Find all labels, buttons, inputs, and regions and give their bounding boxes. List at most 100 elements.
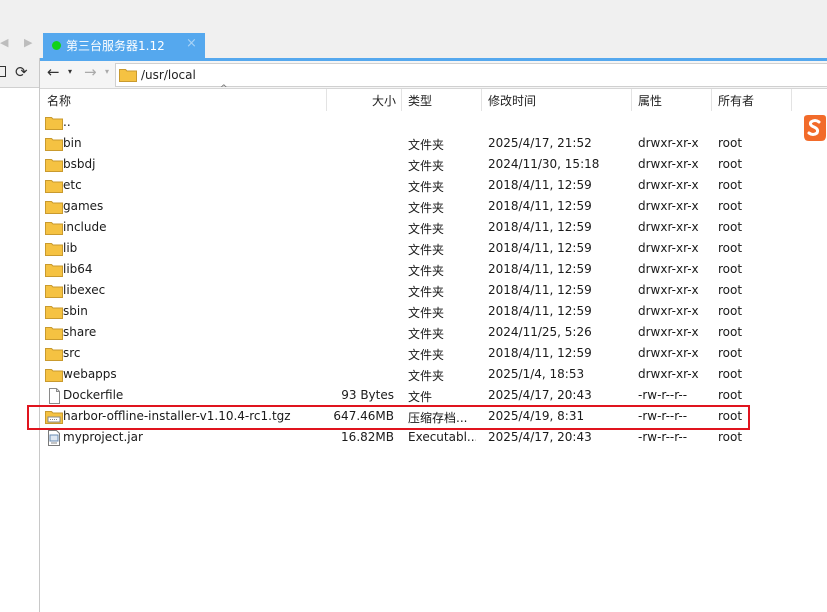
file-modified: 2018/4/11, 12:59 — [488, 220, 592, 234]
file-row[interactable]: .. — [40, 112, 827, 133]
file-modified: 2025/4/17, 20:43 — [488, 388, 592, 402]
file-type: 文件夹 — [408, 201, 445, 215]
file-modified: 2018/4/11, 12:59 — [488, 178, 592, 192]
file-permissions: drwxr-xr-x — [638, 199, 699, 213]
file-type: 文件夹 — [408, 222, 445, 236]
file-owner: root — [718, 136, 743, 150]
file-name: share — [63, 325, 97, 339]
tab-server[interactable]: 第三台服务器1.12 × — [43, 33, 205, 58]
file-modified: 2018/4/11, 12:59 — [488, 241, 592, 255]
file-type: 文件夹 — [408, 285, 445, 299]
back-dropdown-icon[interactable]: ▾ — [68, 67, 72, 76]
file-owner: root — [718, 199, 743, 213]
folder-icon — [45, 178, 63, 196]
close-icon[interactable]: × — [186, 36, 197, 51]
file-permissions: drwxr-xr-x — [638, 262, 699, 276]
file-row[interactable]: include 文件夹 2018/4/11, 12:59 drwxr-xr-x … — [40, 217, 827, 238]
file-size: 93 Bytes — [341, 388, 394, 402]
file-row[interactable]: sbin 文件夹 2018/4/11, 12:59 drwxr-xr-x roo… — [40, 301, 827, 322]
file-permissions: -rw-r--r-- — [638, 430, 688, 444]
file-owner: root — [718, 220, 743, 234]
column-divider[interactable] — [711, 89, 712, 111]
file-owner: root — [718, 304, 743, 318]
file-name: libexec — [63, 283, 106, 297]
file-name: games — [63, 199, 104, 213]
file-type: 文件夹 — [408, 180, 445, 194]
file-owner: root — [718, 346, 743, 360]
column-size[interactable]: 大小 — [372, 92, 396, 109]
file-permissions: drwxr-xr-x — [638, 136, 699, 150]
file-name: bsbdj — [63, 157, 96, 171]
file-name: etc — [63, 178, 82, 192]
folder-icon — [119, 67, 137, 85]
column-header: ^ 名称 大小 类型 修改时间 属性 所有者 — [40, 84, 827, 111]
file-row[interactable]: webapps 文件夹 2025/1/4, 18:53 drwxr-xr-x r… — [40, 364, 827, 385]
file-permissions: drwxr-xr-x — [638, 304, 699, 318]
file-row[interactable]: libexec 文件夹 2018/4/11, 12:59 drwxr-xr-x … — [40, 280, 827, 301]
file-name: lib — [63, 241, 78, 255]
column-owner[interactable]: 所有者 — [718, 92, 754, 109]
file-owner: root — [718, 157, 743, 171]
file-owner: root — [718, 430, 743, 444]
file-modified: 2018/4/11, 12:59 — [488, 283, 592, 297]
file-modified: 2025/4/17, 20:43 — [488, 430, 592, 444]
file-row[interactable]: lib64 文件夹 2018/4/11, 12:59 drwxr-xr-x ro… — [40, 259, 827, 280]
file-type: 文件夹 — [408, 327, 445, 341]
file-type: 文件夹 — [408, 306, 445, 320]
refresh-icon[interactable]: ⟳ — [15, 63, 28, 81]
column-modified[interactable]: 修改时间 — [488, 92, 536, 109]
file-type: 文件 — [408, 390, 433, 404]
file-modified: 2025/4/17, 21:52 — [488, 136, 592, 150]
file-owner: root — [718, 241, 743, 255]
jar-file-icon — [45, 430, 63, 449]
sogou-ime-icon[interactable] — [801, 114, 827, 142]
folder-icon — [45, 304, 63, 322]
local-panel — [0, 58, 40, 612]
file-name: include — [63, 220, 107, 234]
window-icon[interactable] — [0, 66, 6, 77]
address-path: /usr/local — [141, 68, 196, 82]
file-row[interactable]: bin 文件夹 2025/4/17, 21:52 drwxr-xr-x root — [40, 133, 827, 154]
column-type[interactable]: 类型 — [408, 92, 432, 109]
file-permissions: drwxr-xr-x — [638, 157, 699, 171]
folder-icon — [45, 199, 63, 217]
file-permissions: drwxr-xr-x — [638, 220, 699, 234]
column-divider[interactable] — [631, 89, 632, 111]
column-name[interactable]: 名称 — [47, 92, 71, 109]
forward-dropdown-icon[interactable]: ▾ — [105, 67, 109, 76]
folder-icon — [45, 346, 63, 364]
folder-icon — [45, 220, 63, 238]
column-divider[interactable] — [326, 89, 327, 111]
file-row[interactable]: src 文件夹 2018/4/11, 12:59 drwxr-xr-x root — [40, 343, 827, 364]
file-row[interactable]: Dockerfile 93 Bytes 文件 2025/4/17, 20:43 … — [40, 385, 827, 406]
file-name: myproject.jar — [63, 430, 143, 444]
column-permissions[interactable]: 属性 — [638, 92, 662, 109]
file-modified: 2018/4/11, 12:59 — [488, 304, 592, 318]
file-type: Executabl... — [408, 430, 476, 444]
tab-scroll-arrows[interactable]: ◀ ▶ — [0, 36, 38, 49]
file-permissions: drwxr-xr-x — [638, 178, 699, 192]
column-divider[interactable] — [791, 89, 792, 111]
file-row[interactable]: bsbdj 文件夹 2024/11/30, 15:18 drwxr-xr-x r… — [40, 154, 827, 175]
forward-arrow-icon[interactable]: → — [84, 63, 97, 81]
file-name: lib64 — [63, 262, 93, 276]
file-modified: 2018/4/11, 12:59 — [488, 262, 592, 276]
file-row[interactable]: lib 文件夹 2018/4/11, 12:59 drwxr-xr-x root — [40, 238, 827, 259]
file-name: .. — [63, 115, 71, 129]
file-row[interactable]: games 文件夹 2018/4/11, 12:59 drwxr-xr-x ro… — [40, 196, 827, 217]
file-name: Dockerfile — [63, 388, 124, 402]
sort-ascending-icon: ^ — [220, 84, 228, 94]
folder-icon — [45, 262, 63, 280]
file-type: 文件夹 — [408, 264, 445, 278]
file-modified: 2024/11/30, 15:18 — [488, 157, 600, 171]
file-permissions: drwxr-xr-x — [638, 283, 699, 297]
file-owner: root — [718, 283, 743, 297]
file-row[interactable]: share 文件夹 2024/11/25, 5:26 drwxr-xr-x ro… — [40, 322, 827, 343]
back-arrow-icon[interactable]: ← — [47, 63, 60, 81]
file-row[interactable]: myproject.jar 16.82MB Executabl... 2025/… — [40, 427, 827, 448]
file-owner: root — [718, 367, 743, 381]
file-name: webapps — [63, 367, 117, 381]
column-divider[interactable] — [481, 89, 482, 111]
column-divider[interactable] — [401, 89, 402, 111]
file-row[interactable]: etc 文件夹 2018/4/11, 12:59 drwxr-xr-x root — [40, 175, 827, 196]
